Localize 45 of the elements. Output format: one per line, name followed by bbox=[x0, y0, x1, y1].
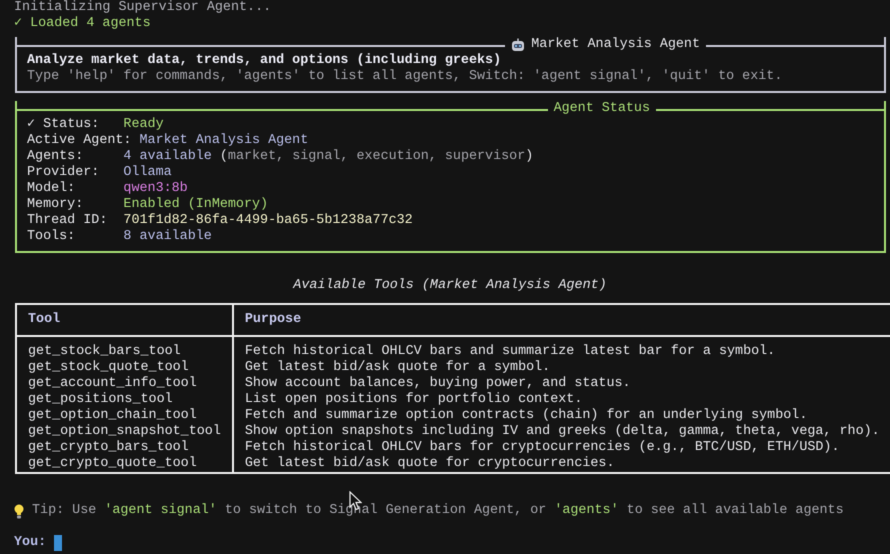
status-value: 4 available (market, signal, execution, supervisor) bbox=[123, 149, 534, 165]
table-cell: get_crypto_quote_tool bbox=[16, 456, 233, 473]
status-label: Thread ID: bbox=[27, 213, 108, 229]
panel-title: Agent Status bbox=[552, 101, 651, 117]
status-label: Active Agent: bbox=[27, 133, 132, 149]
status-value: Ready bbox=[123, 117, 164, 133]
text-cursor bbox=[54, 535, 62, 551]
table-cell: get_option_snapshot_tool bbox=[16, 424, 233, 440]
table-cell: Get latest bid/ask quote for a symbol. bbox=[232, 360, 890, 376]
table-cell: get_crypto_bars_tool bbox=[16, 440, 233, 456]
table-cell: get_positions_tool bbox=[16, 392, 233, 408]
log-line: Initializing Supervisor Agent... bbox=[14, 0, 272, 16]
table-cell: Get latest bid/ask quote for cryptocurrencies. bbox=[232, 456, 890, 473]
table-cell: get_stock_bars_tool bbox=[16, 336, 233, 360]
robot-icon bbox=[511, 38, 526, 52]
status-value: qwen3:8b bbox=[123, 181, 188, 197]
status-label: Tools: bbox=[27, 229, 76, 245]
table-cell: get_stock_quote_tool bbox=[16, 360, 233, 376]
status-value: 701f1d82-86fa-4499-ba65-5b1238a77c32 bbox=[123, 213, 413, 229]
status-label: Provider: bbox=[27, 165, 100, 181]
table-cell: get_account_info_tool bbox=[16, 376, 233, 392]
table-cell: Fetch historical OHLCV bars and summarize latest bar for a symbol. bbox=[232, 336, 890, 360]
table-cell: Fetch historical OHLCV bars for cryptocurrencies (e.g., BTC/USD, ETH/USD). bbox=[232, 440, 890, 456]
table-cell: Fetch and summarize option contracts (chain) for an underlying symbol. bbox=[232, 408, 890, 424]
table-cell: Show option snapshots including IV and greeks (delta, gamma, theta, vega, rho). bbox=[232, 424, 890, 440]
agent-description: Analyze market data, trends, and options (including greeks) bbox=[27, 53, 502, 69]
status-value: Market Analysis Agent bbox=[140, 133, 308, 149]
table-header-cell: Purpose bbox=[232, 304, 890, 336]
status-label: Agents: bbox=[27, 149, 84, 165]
status-value: 8 available bbox=[123, 229, 212, 245]
table-cell: Show account balances, buying power, and status. bbox=[232, 376, 890, 392]
log-line: ✓ Loaded 4 agents bbox=[14, 16, 152, 32]
status-label: ✓ Status: bbox=[27, 117, 100, 133]
status-value: Enabled (InMemory) bbox=[123, 197, 268, 213]
table-cell: List open positions for portfolio context. bbox=[232, 392, 890, 408]
lightbulb-icon bbox=[14, 504, 24, 518]
prompt-label: You: bbox=[14, 535, 46, 551]
status-label: Memory: bbox=[27, 197, 84, 213]
help-text: Type 'help' for commands, 'agents' to list all agents, Switch: 'agent signal', 'quit' to exit. bbox=[27, 69, 784, 85]
status-label: Model: bbox=[27, 181, 76, 197]
table-cell: get_option_chain_tool bbox=[16, 408, 233, 424]
table-header-cell: Tool bbox=[16, 304, 233, 336]
panel-title: Market Analysis Agent bbox=[531, 37, 700, 53]
status-value: Ollama bbox=[123, 165, 172, 181]
table-title: Available Tools (Market Analysis Agent) bbox=[292, 278, 608, 294]
